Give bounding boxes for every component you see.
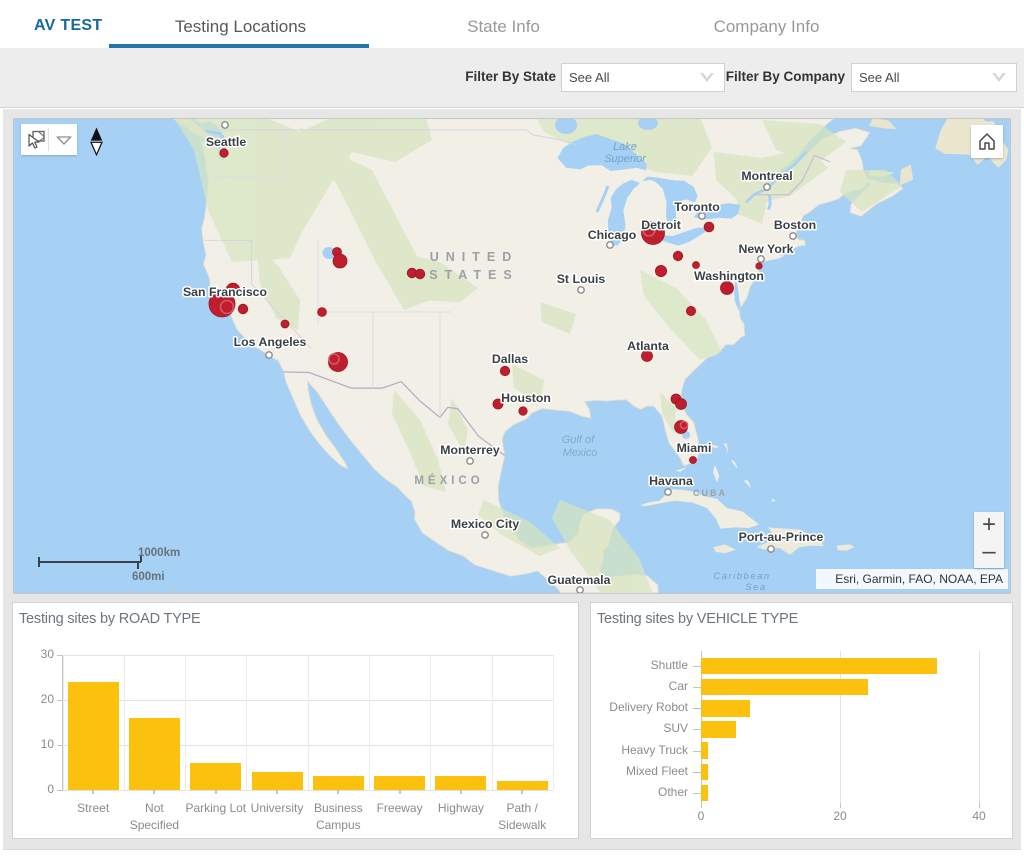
svg-text:Chicago: Chicago	[588, 228, 637, 242]
svg-text:Boston: Boston	[774, 218, 816, 232]
svg-text:Houston: Houston	[501, 391, 551, 405]
svg-text:St Louis: St Louis	[557, 272, 606, 286]
svg-text:Toronto: Toronto	[674, 200, 720, 214]
svg-text:UNITED: UNITED	[430, 250, 519, 264]
svg-text:Caribbean: Caribbean	[713, 571, 770, 582]
svg-text:Atlanta: Atlanta	[627, 339, 669, 353]
svg-text:Port-au-Prince: Port-au-Prince	[739, 530, 824, 544]
svg-text:Dallas: Dallas	[492, 352, 528, 366]
svg-text:Esri, Garmin, FAO, NOAA, EPA: Esri, Garmin, FAO, NOAA, EPA	[835, 572, 1003, 586]
svg-text:STATES: STATES	[429, 268, 518, 282]
svg-text:Sea: Sea	[745, 582, 766, 593]
svg-text:Mexico: Mexico	[563, 447, 598, 459]
svg-text:Guatemala: Guatemala	[548, 573, 611, 587]
svg-text:Los Angeles: Los Angeles	[234, 335, 307, 349]
svg-text:Mexico City: Mexico City	[451, 517, 519, 531]
svg-text:CUBA: CUBA	[693, 488, 727, 498]
svg-text:San Francisco: San Francisco	[183, 285, 268, 299]
svg-text:Gulf of: Gulf of	[562, 434, 595, 446]
svg-text:1000km: 1000km	[138, 547, 180, 559]
svg-text:Washington: Washington	[694, 269, 764, 283]
svg-text:600mi: 600mi	[132, 571, 165, 583]
svg-text:MÉXICO: MÉXICO	[414, 474, 483, 487]
svg-text:Montreal: Montreal	[741, 169, 792, 183]
svg-text:New York: New York	[739, 242, 794, 256]
svg-text:Havana: Havana	[649, 474, 693, 488]
svg-text:Miami: Miami	[677, 441, 712, 455]
svg-text:Lake: Lake	[613, 141, 637, 153]
svg-text:Superior: Superior	[604, 153, 647, 165]
svg-text:Seattle: Seattle	[206, 135, 246, 149]
svg-text:Detroit: Detroit	[641, 218, 681, 232]
svg-text:Monterrey: Monterrey	[440, 443, 500, 457]
